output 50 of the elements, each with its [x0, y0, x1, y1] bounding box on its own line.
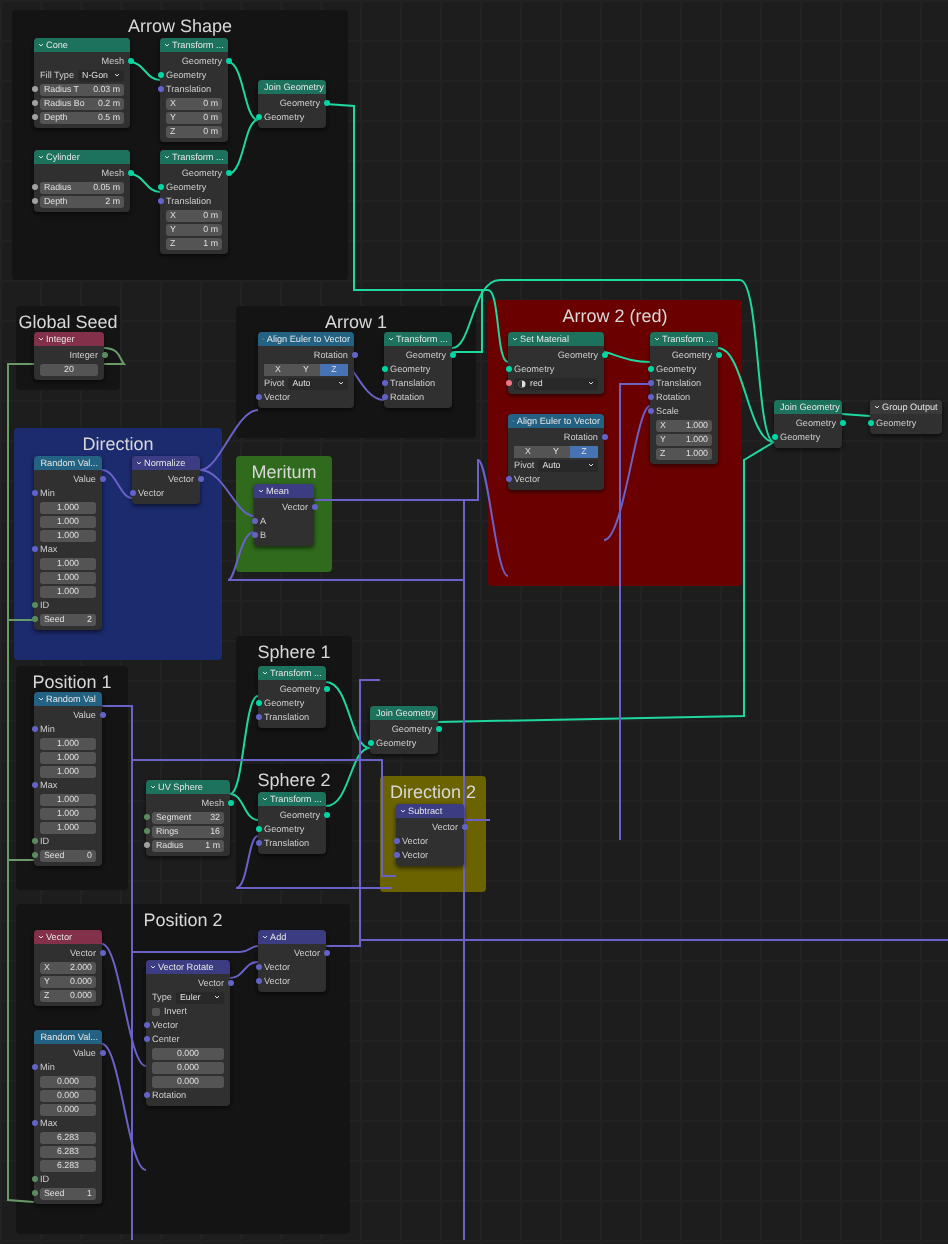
socket-icon[interactable]	[255, 700, 261, 706]
socket-icon[interactable]	[839, 420, 845, 426]
socket-icon[interactable]	[505, 380, 511, 386]
socket-icon[interactable]	[323, 812, 329, 818]
frame-title: Position 2	[143, 910, 223, 930]
frame-title: Direction 2	[389, 782, 477, 802]
socket-icon[interactable]	[31, 198, 37, 204]
material-sphere-icon	[518, 379, 526, 387]
socket-icon[interactable]	[505, 366, 511, 372]
frame-title: Arrow 2 (red)	[562, 306, 668, 326]
frame-title: Arrow 1	[324, 312, 387, 332]
socket-icon[interactable]	[227, 800, 233, 806]
frame-title: Position 1	[32, 672, 112, 692]
socket-icon[interactable]	[31, 100, 37, 106]
frame-title: Global Seed	[18, 312, 118, 332]
socket-icon[interactable]	[127, 170, 133, 176]
frame-title: Sphere 1	[257, 642, 331, 662]
socket-icon[interactable]	[715, 352, 721, 358]
socket-icon[interactable]	[323, 686, 329, 692]
frame-title: Sphere 2	[257, 770, 331, 790]
frame-title: Direction	[82, 434, 154, 454]
socket-icon[interactable]	[31, 86, 37, 92]
socket-icon[interactable]	[255, 114, 261, 120]
socket-icon[interactable]	[31, 852, 37, 858]
socket-icon[interactable]	[31, 838, 37, 844]
socket-icon[interactable]	[143, 828, 149, 834]
socket-icon[interactable]	[867, 420, 873, 426]
socket-icon[interactable]	[157, 72, 163, 78]
socket-icon[interactable]	[225, 58, 231, 64]
checkbox[interactable]	[152, 1007, 160, 1015]
frame-title: Arrow Shape	[127, 16, 233, 36]
socket-icon[interactable]	[31, 1190, 37, 1196]
socket-icon[interactable]	[367, 740, 373, 746]
socket-icon[interactable]	[143, 842, 149, 848]
socket-icon[interactable]	[31, 184, 37, 190]
socket-icon[interactable]	[381, 366, 387, 372]
socket-icon[interactable]	[601, 352, 607, 358]
socket-icon[interactable]	[143, 814, 149, 820]
socket-icon[interactable]	[647, 366, 653, 372]
socket-icon[interactable]	[771, 434, 777, 440]
socket-icon[interactable]	[225, 170, 231, 176]
socket-icon[interactable]	[31, 114, 37, 120]
socket-icon[interactable]	[255, 826, 261, 832]
socket-icon[interactable]	[157, 184, 163, 190]
socket-icon[interactable]	[435, 726, 441, 732]
socket-icon[interactable]	[31, 1176, 37, 1182]
frame-title: Meritum	[251, 462, 317, 482]
socket-icon[interactable]	[449, 352, 455, 358]
socket-icon[interactable]	[127, 58, 133, 64]
socket-icon[interactable]	[323, 100, 329, 106]
